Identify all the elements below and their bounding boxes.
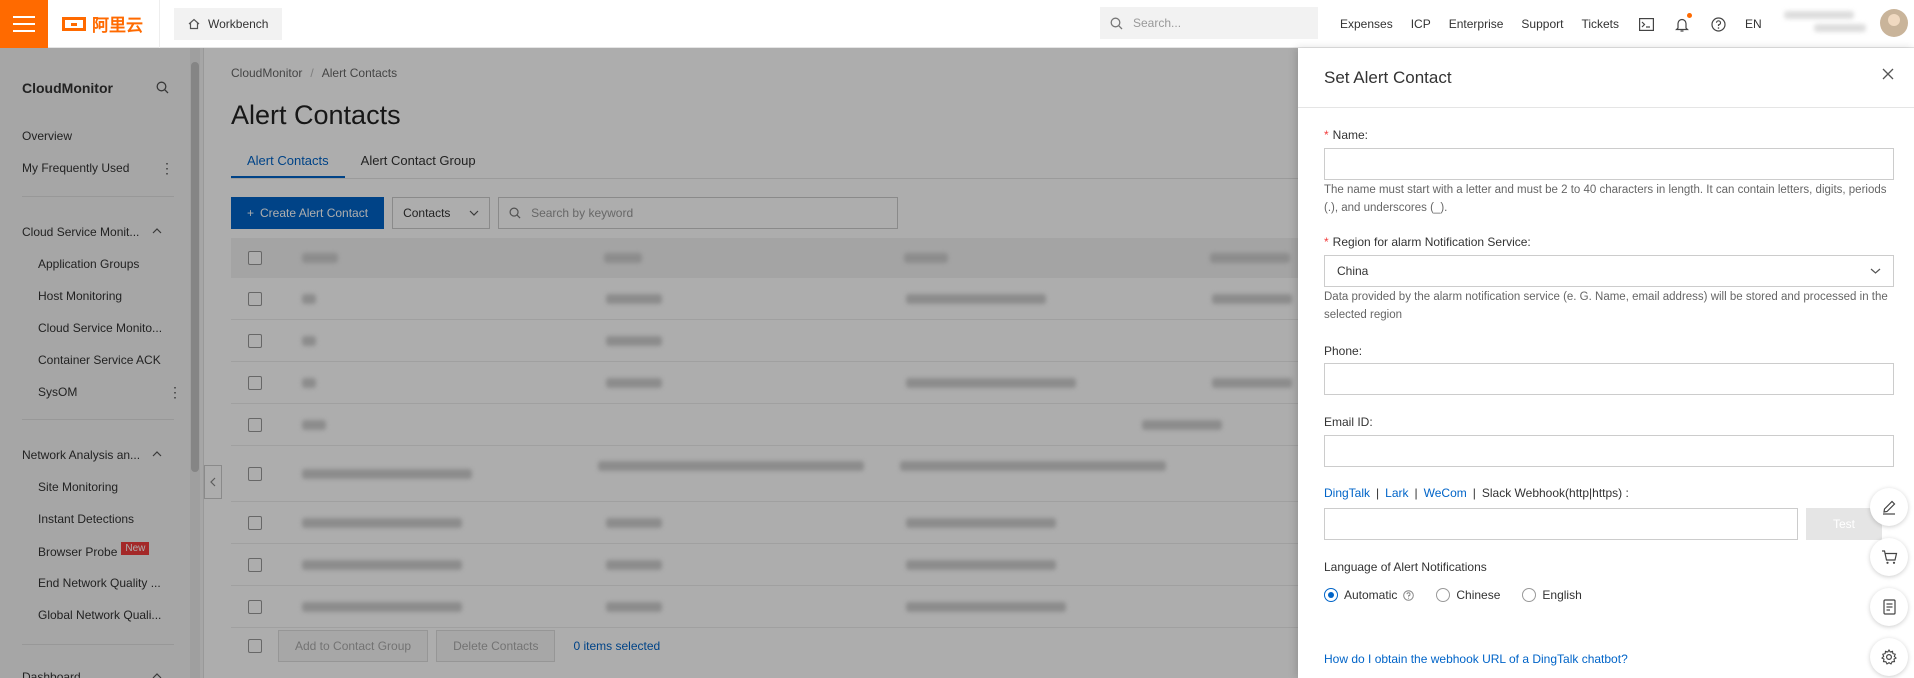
wecom-link[interactable]: WeCom xyxy=(1424,486,1467,500)
top-link-expenses[interactable]: Expenses xyxy=(1340,17,1393,31)
dingtalk-link[interactable]: DingTalk xyxy=(1324,486,1370,500)
chevron-down-icon xyxy=(1870,268,1881,274)
separator: | xyxy=(1414,486,1418,500)
top-links: Expenses ICP Enterprise Support Tickets … xyxy=(1340,0,1762,48)
set-alert-contact-drawer: Set Alert Contact * Name: The name must s… xyxy=(1298,48,1914,678)
edit-feedback-button[interactable] xyxy=(1870,488,1908,526)
floating-actions xyxy=(1870,488,1908,676)
cart-button[interactable] xyxy=(1870,538,1908,576)
settings-button[interactable] xyxy=(1870,638,1908,676)
pencil-icon xyxy=(1883,500,1896,515)
region-select[interactable]: China xyxy=(1324,255,1894,287)
email-field[interactable] xyxy=(1324,435,1894,467)
required-marker: * xyxy=(1324,235,1329,249)
avatar[interactable] xyxy=(1880,9,1908,37)
slack-webhook-label: Slack Webhook(http|https) : xyxy=(1481,486,1629,500)
lark-link[interactable]: Lark xyxy=(1385,486,1408,500)
label-text: Name: xyxy=(1332,128,1369,142)
name-field[interactable] xyxy=(1324,148,1894,180)
hamburger-menu-button[interactable] xyxy=(0,0,48,48)
top-navigation-bar: 阿里云 Workbench Search... Expenses ICP Ent… xyxy=(0,0,1914,48)
notification-dot xyxy=(1687,13,1693,18)
modal-overlay[interactable] xyxy=(0,48,1298,678)
workbench-button[interactable]: Workbench xyxy=(174,7,283,40)
radio-button[interactable] xyxy=(1436,588,1451,602)
cart-icon xyxy=(1881,550,1897,564)
separator: | xyxy=(1472,486,1476,500)
terminal-icon[interactable] xyxy=(1637,15,1655,33)
top-link-tickets[interactable]: Tickets xyxy=(1581,17,1619,31)
radio-button[interactable] xyxy=(1522,588,1537,602)
required-marker: * xyxy=(1324,128,1329,142)
language-option-english[interactable]: English xyxy=(1522,588,1582,602)
home-icon xyxy=(188,18,200,29)
language-radio-group: Automatic Chinese English xyxy=(1324,588,1596,602)
document-icon xyxy=(1882,599,1896,615)
language-switch[interactable]: EN xyxy=(1745,17,1762,31)
option-label: Chinese xyxy=(1456,588,1501,602)
bell-icon[interactable] xyxy=(1673,13,1693,33)
global-search-input[interactable]: Search... xyxy=(1100,7,1318,39)
user-account-info[interactable] xyxy=(1784,6,1874,42)
phone-label: Phone: xyxy=(1324,344,1363,358)
workbench-label: Workbench xyxy=(208,16,269,31)
search-icon xyxy=(1110,17,1123,29)
logo-text: 阿里云 xyxy=(92,16,143,35)
drawer-header: Set Alert Contact xyxy=(1298,48,1914,108)
info-icon[interactable] xyxy=(1403,589,1415,601)
option-label: Automatic xyxy=(1344,588,1398,602)
radio-button[interactable] xyxy=(1324,588,1338,602)
option-label: English xyxy=(1542,588,1582,602)
name-help-text: The name must start with a letter and mu… xyxy=(1324,184,1887,214)
language-option-chinese[interactable]: Chinese xyxy=(1436,588,1500,602)
webhook-url-field[interactable] xyxy=(1324,508,1798,540)
search-placeholder: Search... xyxy=(1133,16,1182,30)
aliyun-logo-icon xyxy=(62,16,86,31)
region-label: * Region for alarm Notification Service: xyxy=(1324,235,1531,249)
separator: | xyxy=(1376,486,1380,500)
select-value: China xyxy=(1337,264,1369,278)
language-label: Language of Alert Notifications xyxy=(1324,560,1487,574)
top-link-support[interactable]: Support xyxy=(1521,17,1563,31)
dingtalk-webhook-help-link[interactable]: How do I obtain the webhook URL of a Din… xyxy=(1324,652,1628,666)
top-link-icp[interactable]: ICP xyxy=(1411,17,1431,31)
region-help-text: Data provided by the alarm notification … xyxy=(1324,291,1888,321)
top-link-enterprise[interactable]: Enterprise xyxy=(1449,17,1504,31)
document-button[interactable] xyxy=(1870,588,1908,626)
language-option-automatic[interactable]: Automatic xyxy=(1324,588,1415,602)
close-icon[interactable] xyxy=(1882,68,1894,80)
phone-field[interactable] xyxy=(1324,363,1894,395)
gear-icon xyxy=(1881,649,1897,665)
name-label: * Name: xyxy=(1324,128,1368,142)
webhook-links: DingTalk | Lark | WeCom | Slack Webhook(… xyxy=(1324,486,1629,500)
label-text: Region for alarm Notification Service: xyxy=(1332,235,1531,249)
email-label: Email ID: xyxy=(1324,415,1373,429)
help-icon[interactable] xyxy=(1709,15,1727,33)
aliyun-logo[interactable]: 阿里云 xyxy=(48,0,160,48)
drawer-title: Set Alert Contact xyxy=(1324,68,1452,87)
